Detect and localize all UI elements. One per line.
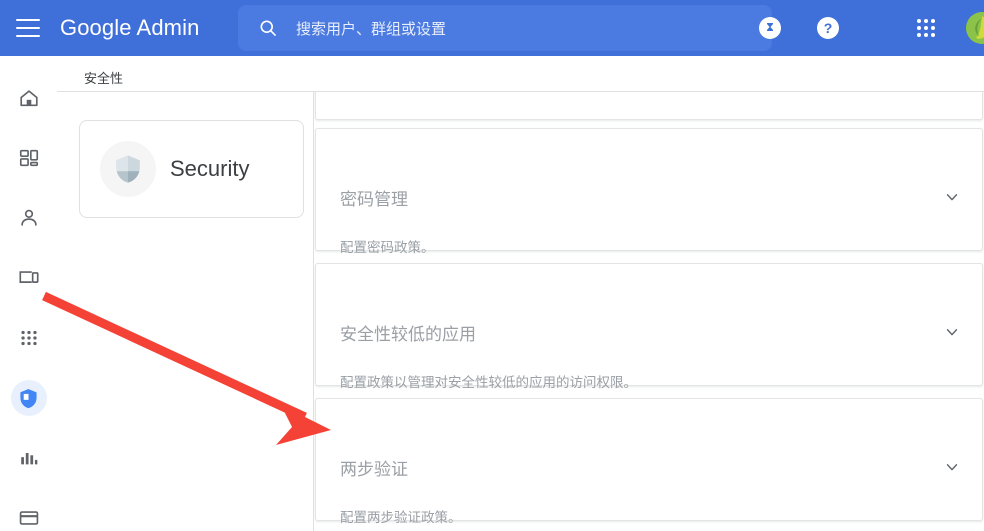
sidebar-item-security[interactable] xyxy=(5,378,53,418)
sidebar-item-reporting[interactable] xyxy=(5,438,53,478)
shield-icon xyxy=(20,388,37,408)
sidebar-item-home[interactable] xyxy=(5,78,53,118)
chevron-down-icon[interactable] xyxy=(940,320,964,344)
trial-timer-icon[interactable] xyxy=(750,8,790,48)
person-icon xyxy=(20,209,37,226)
settings-card-less-secure-apps[interactable]: 安全性较低的应用 配置政策以管理对安全性较低的应用的访问权限。 xyxy=(315,263,983,390)
shield-icon xyxy=(100,141,156,197)
search-bar[interactable]: 搜索用户、群组或设置 xyxy=(238,5,772,51)
card-title: 两步验证 xyxy=(340,460,408,479)
devices-icon xyxy=(18,271,39,283)
home-icon xyxy=(19,90,38,107)
settings-card-list: 密码管理 配置密码政策。 安全性较低的应用 配置政策以管理对安全性较低的应用的访… xyxy=(314,92,984,531)
sidebar-item-apps[interactable] xyxy=(5,318,53,358)
card-description: 配置政策以管理对安全性较低的应用的访问权限。 xyxy=(340,375,637,390)
settings-card-clipped-top[interactable] xyxy=(315,92,983,120)
header-actions: ? xyxy=(750,0,984,56)
card-title: 密码管理 xyxy=(340,190,408,209)
search-placeholder: 搜索用户、群组或设置 xyxy=(296,20,447,38)
breadcrumb[interactable]: 安全性 xyxy=(84,68,123,87)
settings-card-two-step-verification[interactable]: 两步验证 配置两步验证政策。 xyxy=(315,398,983,525)
chevron-down-icon[interactable] xyxy=(940,185,964,209)
admin-console-page: Google Admin 搜索用户、群组或设置 ? 安全性 Security 密… xyxy=(0,0,984,531)
account-avatar[interactable] xyxy=(966,12,984,44)
bar-chart-icon xyxy=(20,452,37,465)
sidebar-item-dashboard[interactable] xyxy=(5,138,53,178)
top-app-bar: Google Admin 搜索用户、群组或设置 ? xyxy=(0,0,984,56)
chevron-down-icon[interactable] xyxy=(940,455,964,479)
sidebar-item-devices[interactable] xyxy=(5,258,53,298)
apps-grid-icon[interactable] xyxy=(906,8,946,48)
dashboard-icon xyxy=(19,149,38,167)
card-title: 安全性较低的应用 xyxy=(340,325,476,344)
help-icon[interactable]: ? xyxy=(808,8,848,48)
card-description: 配置两步验证政策。 xyxy=(340,510,462,525)
security-card-label: Security xyxy=(170,156,250,181)
hamburger-menu-icon[interactable] xyxy=(16,19,40,37)
app-title: Google Admin xyxy=(60,15,200,40)
card-description: 配置密码政策。 xyxy=(340,240,435,255)
search-icon xyxy=(258,18,278,38)
credit-card-icon xyxy=(19,511,38,525)
left-nav-rail xyxy=(0,56,57,531)
apps-grid-icon xyxy=(20,330,37,346)
settings-card-password-management[interactable]: 密码管理 配置密码政策。 xyxy=(315,128,983,255)
sidebar-item-users[interactable] xyxy=(5,198,53,238)
security-card[interactable]: Security xyxy=(79,120,304,218)
sidebar-item-billing[interactable] xyxy=(5,498,53,531)
